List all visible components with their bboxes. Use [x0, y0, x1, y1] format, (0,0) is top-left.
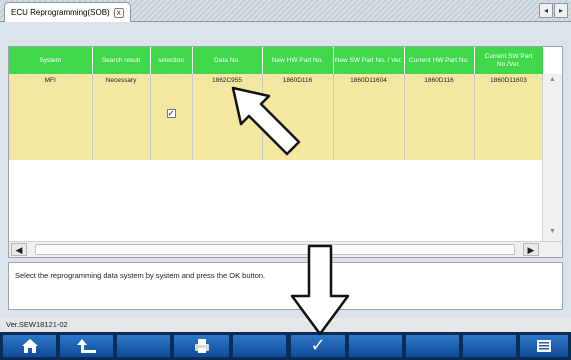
print-icon: [194, 339, 209, 353]
col-new-sw: New SW Part No. / Ver.: [333, 47, 405, 74]
col-data-no: Data No.: [192, 47, 263, 74]
table-header-row: System Search result selection Data No. …: [9, 47, 544, 74]
horizontal-scrollbar[interactable]: ◀ ▶: [9, 241, 562, 257]
cell-search-result: Necessary: [92, 74, 151, 160]
print-button[interactable]: [173, 334, 230, 358]
scroll-right-icon[interactable]: ▶: [523, 243, 539, 256]
toolbar-empty-button-4[interactable]: [405, 334, 460, 358]
ok-button[interactable]: ✓: [290, 334, 346, 358]
scroll-up-icon[interactable]: ▲: [543, 76, 562, 90]
close-icon[interactable]: x: [113, 7, 124, 18]
tab-strip: ECU Reprogramming(SOB) x ◂ ▸: [0, 0, 571, 22]
col-selection: selection: [150, 47, 193, 74]
col-search-result: Search result: [92, 47, 151, 74]
cell-system: MFI: [9, 74, 93, 160]
bottom-toolbar: ✓: [0, 332, 571, 360]
vertical-scrollbar[interactable]: ▲ ▼: [542, 74, 562, 244]
back-icon: [76, 339, 96, 353]
notes-button[interactable]: [519, 334, 569, 358]
home-icon: [21, 339, 38, 353]
instruction-message: Select the reprogramming data system by …: [8, 262, 563, 310]
tab-prev-button[interactable]: ◂: [539, 3, 553, 18]
tab-ecu-reprogramming[interactable]: ECU Reprogramming(SOB) x: [4, 2, 131, 22]
tab-label: ECU Reprogramming(SOB): [11, 8, 110, 17]
scroll-down-icon[interactable]: ▼: [543, 228, 562, 242]
toolbar-empty-button-1[interactable]: [116, 334, 171, 358]
content-panel: System Search result selection Data No. …: [0, 22, 571, 318]
toolbar-empty-button-2[interactable]: [232, 334, 287, 358]
scroll-left-icon[interactable]: ◀: [11, 243, 27, 256]
cell-selection: ✓: [150, 74, 193, 160]
ok-check-icon: ✓: [310, 335, 326, 356]
cell-new-sw: 1860D11604: [333, 74, 405, 160]
col-current-sw: Current SW Part No./Ver.: [474, 47, 544, 74]
col-new-hw: New HW Part No.: [262, 47, 334, 74]
cell-data-no: 1862C955: [192, 74, 263, 160]
tab-next-button[interactable]: ▸: [554, 3, 568, 18]
scrollbar-thumb[interactable]: [35, 244, 515, 255]
col-current-hw: Current HW Part No.: [404, 47, 475, 74]
toolbar-empty-button-3[interactable]: [348, 334, 403, 358]
home-button[interactable]: [2, 334, 57, 358]
cell-current-hw: 1860D116: [404, 74, 475, 160]
back-button[interactable]: [59, 334, 114, 358]
app-window: ECU Reprogramming(SOB) x ◂ ▸ System Sear…: [0, 0, 571, 360]
col-system: System: [9, 47, 93, 74]
table-row[interactable]: MFI Necessary ✓ 1862C955 1860D116 1860D1…: [9, 74, 544, 160]
version-label: Ver.SEW18121-02: [0, 318, 571, 332]
cell-current-sw: 1860D11603: [474, 74, 544, 160]
reprogramming-table: System Search result selection Data No. …: [8, 46, 563, 258]
cell-new-hw: 1860D116: [262, 74, 334, 160]
notes-icon: [537, 340, 551, 352]
toolbar-empty-button-5[interactable]: [462, 334, 517, 358]
selection-checkbox[interactable]: ✓: [166, 109, 176, 118]
